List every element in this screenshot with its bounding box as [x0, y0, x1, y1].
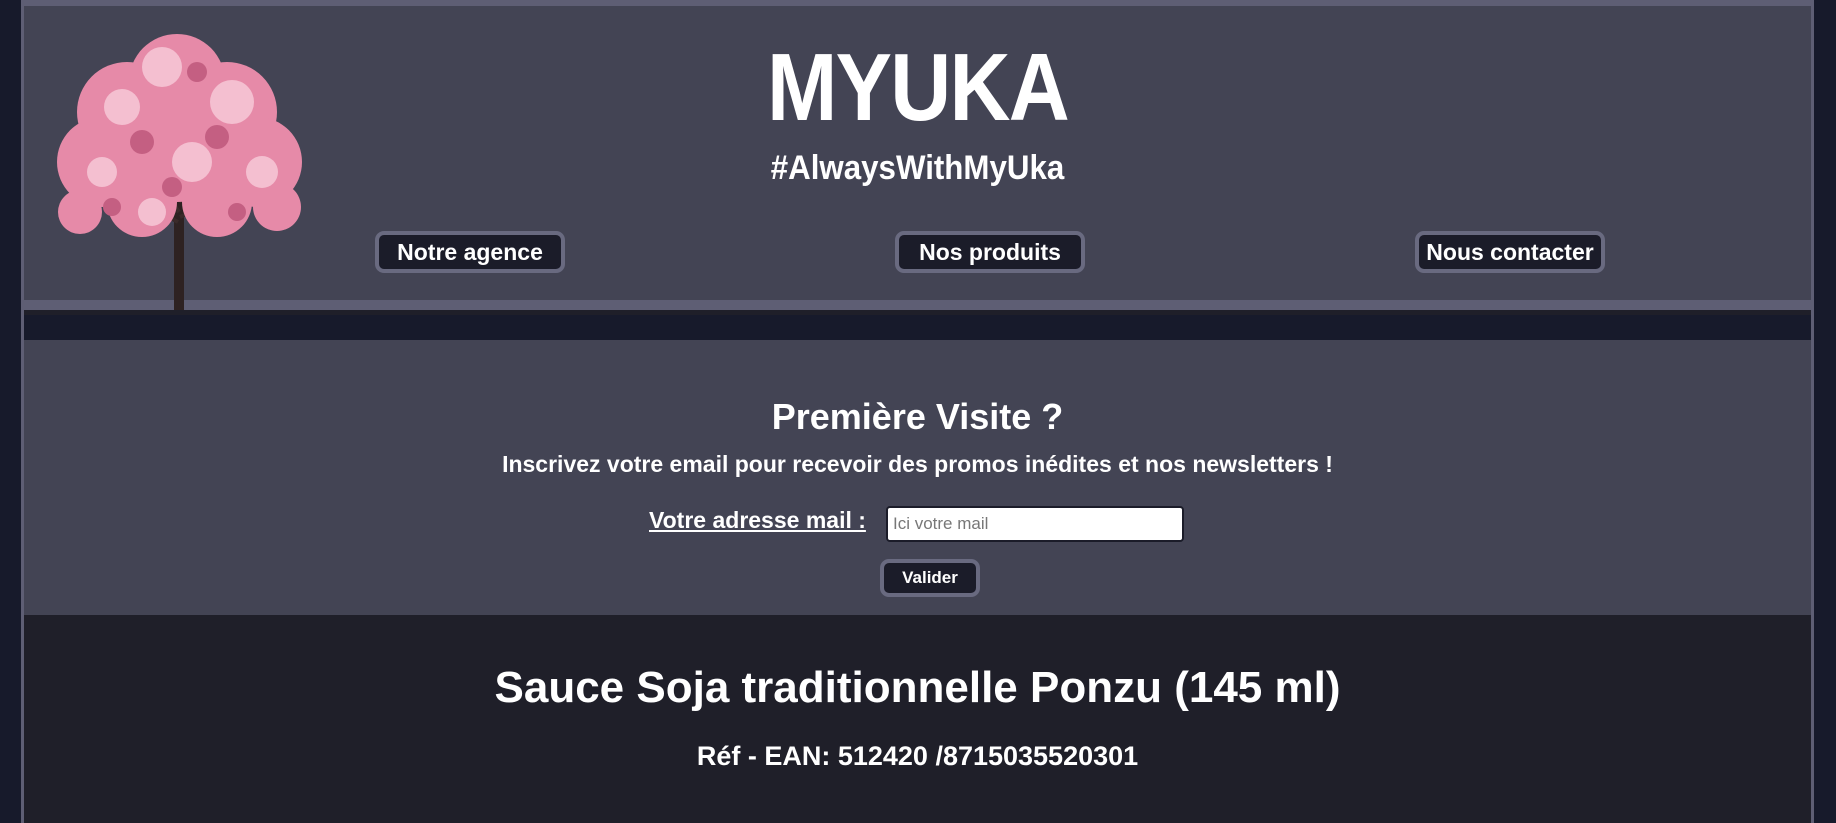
newsletter-subtitle: Inscrivez votre email pour recevoir des …	[502, 451, 1333, 477]
newsletter-section: Première Visite ? Inscrivez votre email …	[24, 340, 1811, 615]
site-header: MYUKA #AlwaysWithMyUka Notre agence Nos …	[24, 0, 1811, 310]
newsletter-submit-button[interactable]: Valider	[880, 559, 980, 597]
product-title: Sauce Soja traditionnelle Ponzu (145 ml)	[494, 663, 1341, 712]
newsletter-title: Première Visite ?	[771, 396, 1064, 437]
nav-button-agency[interactable]: Notre agence	[375, 231, 565, 273]
site-tagline: #AlwaysWithMyUka	[770, 149, 1065, 187]
page-container: MYUKA #AlwaysWithMyUka Notre agence Nos …	[21, 0, 1814, 823]
product-section: Sauce Soja traditionnelle Ponzu (145 ml)…	[24, 615, 1811, 823]
site-brand-title: MYUKA	[767, 34, 1070, 141]
nav-button-contact[interactable]: Nous contacter	[1415, 231, 1605, 273]
email-input[interactable]	[886, 506, 1184, 542]
email-label: Votre adresse mail :	[649, 507, 866, 533]
nav-button-products[interactable]: Nos produits	[895, 231, 1085, 273]
product-reference: Réf - EAN: 512420 /8715035520301	[696, 741, 1139, 771]
header-divider-band	[24, 315, 1811, 340]
